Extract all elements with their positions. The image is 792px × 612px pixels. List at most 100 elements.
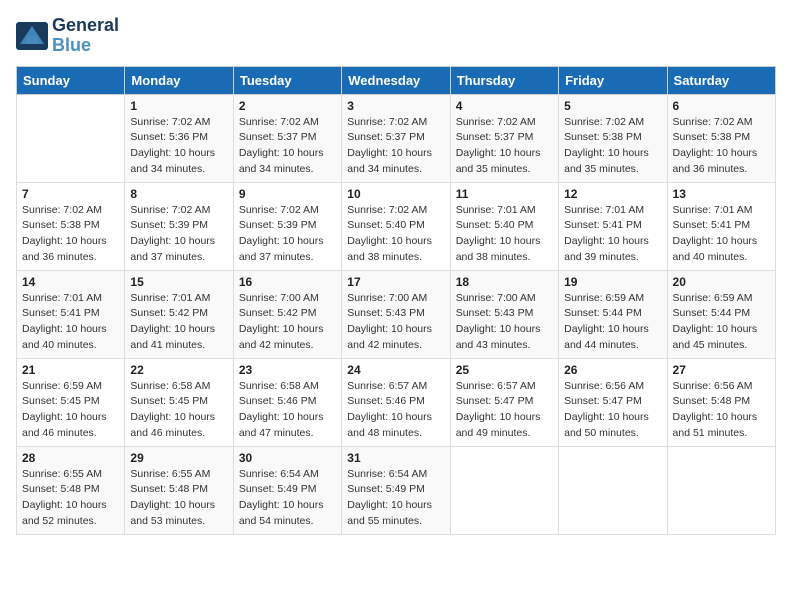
day-info: Sunrise: 6:59 AM Sunset: 5:44 PM Dayligh… <box>564 291 661 354</box>
day-cell: 28 Sunrise: 6:55 AM Sunset: 5:48 PM Dayli… <box>17 446 125 534</box>
day-cell <box>667 446 775 534</box>
day-info: Sunrise: 6:55 AM Sunset: 5:48 PM Dayligh… <box>22 467 119 530</box>
day-info: Sunrise: 7:02 AM Sunset: 5:40 PM Dayligh… <box>347 203 444 266</box>
day-info: Sunrise: 6:54 AM Sunset: 5:49 PM Dayligh… <box>239 467 336 530</box>
day-cell: 9Sunrise: 7:02 AM Sunset: 5:39 PM Daylig… <box>233 182 341 270</box>
page-header: General Blue <box>16 16 776 56</box>
day-cell: 12 Sunrise: 7:01 AM Sunset: 5:41 PM Dayli… <box>559 182 667 270</box>
day-number: 25 <box>456 363 553 377</box>
header-cell-tuesday: Tuesday <box>233 66 341 94</box>
day-number: 12 <box>564 187 661 201</box>
day-cell: 19 Sunrise: 6:59 AM Sunset: 5:44 PM Dayli… <box>559 270 667 358</box>
day-number: 2 <box>239 99 336 113</box>
day-cell <box>559 446 667 534</box>
day-cell: 26 Sunrise: 6:56 AM Sunset: 5:47 PM Dayli… <box>559 358 667 446</box>
day-cell: 7 Sunrise: 7:02 AM Sunset: 5:38 PM Daylig… <box>17 182 125 270</box>
day-cell: 20 Sunrise: 6:59 AM Sunset: 5:44 PM Dayli… <box>667 270 775 358</box>
day-info: Sunrise: 6:59 AM Sunset: 5:45 PM Dayligh… <box>22 379 119 442</box>
week-row-2: 7 Sunrise: 7:02 AM Sunset: 5:38 PM Daylig… <box>17 182 776 270</box>
day-info: Sunrise: 7:02 AM Sunset: 5:38 PM Dayligh… <box>564 115 661 178</box>
day-number: 15 <box>130 275 227 289</box>
day-cell: 30 Sunrise: 6:54 AM Sunset: 5:49 PM Dayli… <box>233 446 341 534</box>
day-cell: 13 Sunrise: 7:01 AM Sunset: 5:41 PM Dayli… <box>667 182 775 270</box>
day-info: Sunrise: 6:59 AM Sunset: 5:44 PM Dayligh… <box>673 291 770 354</box>
day-info: Sunrise: 7:00 AM Sunset: 5:43 PM Dayligh… <box>347 291 444 354</box>
day-number: 7 <box>22 187 119 201</box>
day-number: 24 <box>347 363 444 377</box>
calendar-header-row: SundayMondayTuesdayWednesdayThursdayFrid… <box>17 66 776 94</box>
day-number: 21 <box>22 363 119 377</box>
day-number: 29 <box>130 451 227 465</box>
day-cell: 1Sunrise: 7:02 AM Sunset: 5:36 PM Daylig… <box>125 94 233 182</box>
day-cell: 25 Sunrise: 6:57 AM Sunset: 5:47 PM Dayli… <box>450 358 558 446</box>
day-number: 5 <box>564 99 661 113</box>
day-info: Sunrise: 7:02 AM Sunset: 5:38 PM Dayligh… <box>673 115 770 178</box>
header-cell-wednesday: Wednesday <box>342 66 450 94</box>
week-row-4: 21 Sunrise: 6:59 AM Sunset: 5:45 PM Dayli… <box>17 358 776 446</box>
day-number: 30 <box>239 451 336 465</box>
day-cell: 23 Sunrise: 6:58 AM Sunset: 5:46 PM Dayli… <box>233 358 341 446</box>
day-cell: 6 Sunrise: 7:02 AM Sunset: 5:38 PM Daylig… <box>667 94 775 182</box>
day-number: 19 <box>564 275 661 289</box>
header-cell-monday: Monday <box>125 66 233 94</box>
week-row-3: 14 Sunrise: 7:01 AM Sunset: 5:41 PM Dayli… <box>17 270 776 358</box>
day-cell: 16Sunrise: 7:00 AM Sunset: 5:42 PM Dayli… <box>233 270 341 358</box>
day-number: 23 <box>239 363 336 377</box>
day-number: 6 <box>673 99 770 113</box>
day-info: Sunrise: 7:02 AM Sunset: 5:36 PM Dayligh… <box>130 115 227 178</box>
day-info: Sunrise: 6:58 AM Sunset: 5:45 PM Dayligh… <box>130 379 227 442</box>
day-info: Sunrise: 6:56 AM Sunset: 5:48 PM Dayligh… <box>673 379 770 442</box>
header-cell-saturday: Saturday <box>667 66 775 94</box>
day-info: Sunrise: 7:02 AM Sunset: 5:39 PM Dayligh… <box>130 203 227 266</box>
day-number: 14 <box>22 275 119 289</box>
day-cell <box>450 446 558 534</box>
day-info: Sunrise: 7:01 AM Sunset: 5:41 PM Dayligh… <box>673 203 770 266</box>
day-info: Sunrise: 6:54 AM Sunset: 5:49 PM Dayligh… <box>347 467 444 530</box>
day-cell: 5 Sunrise: 7:02 AM Sunset: 5:38 PM Daylig… <box>559 94 667 182</box>
day-cell: 3Sunrise: 7:02 AM Sunset: 5:37 PM Daylig… <box>342 94 450 182</box>
day-number: 31 <box>347 451 444 465</box>
calendar-body: 1Sunrise: 7:02 AM Sunset: 5:36 PM Daylig… <box>17 94 776 534</box>
day-number: 17 <box>347 275 444 289</box>
day-info: Sunrise: 6:56 AM Sunset: 5:47 PM Dayligh… <box>564 379 661 442</box>
day-cell: 11 Sunrise: 7:01 AM Sunset: 5:40 PM Dayli… <box>450 182 558 270</box>
day-info: Sunrise: 7:01 AM Sunset: 5:41 PM Dayligh… <box>564 203 661 266</box>
day-cell: 18Sunrise: 7:00 AM Sunset: 5:43 PM Dayli… <box>450 270 558 358</box>
day-info: Sunrise: 7:01 AM Sunset: 5:40 PM Dayligh… <box>456 203 553 266</box>
day-number: 8 <box>130 187 227 201</box>
day-info: Sunrise: 6:57 AM Sunset: 5:47 PM Dayligh… <box>456 379 553 442</box>
day-number: 11 <box>456 187 553 201</box>
week-row-1: 1Sunrise: 7:02 AM Sunset: 5:36 PM Daylig… <box>17 94 776 182</box>
day-number: 16 <box>239 275 336 289</box>
day-cell: 10 Sunrise: 7:02 AM Sunset: 5:40 PM Dayli… <box>342 182 450 270</box>
header-cell-friday: Friday <box>559 66 667 94</box>
day-cell: 14 Sunrise: 7:01 AM Sunset: 5:41 PM Dayli… <box>17 270 125 358</box>
day-number: 28 <box>22 451 119 465</box>
day-info: Sunrise: 7:02 AM Sunset: 5:37 PM Dayligh… <box>456 115 553 178</box>
day-cell: 24 Sunrise: 6:57 AM Sunset: 5:46 PM Dayli… <box>342 358 450 446</box>
day-info: Sunrise: 6:57 AM Sunset: 5:46 PM Dayligh… <box>347 379 444 442</box>
day-info: Sunrise: 6:58 AM Sunset: 5:46 PM Dayligh… <box>239 379 336 442</box>
day-number: 27 <box>673 363 770 377</box>
day-info: Sunrise: 7:02 AM Sunset: 5:38 PM Dayligh… <box>22 203 119 266</box>
logo-text: General Blue <box>52 16 119 56</box>
day-number: 13 <box>673 187 770 201</box>
day-number: 18 <box>456 275 553 289</box>
day-cell: 29Sunrise: 6:55 AM Sunset: 5:48 PM Dayli… <box>125 446 233 534</box>
day-cell: 31 Sunrise: 6:54 AM Sunset: 5:49 PM Dayli… <box>342 446 450 534</box>
day-cell: 22 Sunrise: 6:58 AM Sunset: 5:45 PM Dayli… <box>125 358 233 446</box>
day-number: 22 <box>130 363 227 377</box>
day-info: Sunrise: 7:01 AM Sunset: 5:42 PM Dayligh… <box>130 291 227 354</box>
day-info: Sunrise: 7:02 AM Sunset: 5:37 PM Dayligh… <box>347 115 444 178</box>
day-number: 20 <box>673 275 770 289</box>
logo: General Blue <box>16 16 119 56</box>
day-cell: 27 Sunrise: 6:56 AM Sunset: 5:48 PM Dayli… <box>667 358 775 446</box>
day-number: 26 <box>564 363 661 377</box>
day-info: Sunrise: 7:01 AM Sunset: 5:41 PM Dayligh… <box>22 291 119 354</box>
week-row-5: 28 Sunrise: 6:55 AM Sunset: 5:48 PM Dayli… <box>17 446 776 534</box>
day-number: 10 <box>347 187 444 201</box>
day-info: Sunrise: 7:02 AM Sunset: 5:39 PM Dayligh… <box>239 203 336 266</box>
day-cell: 4Sunrise: 7:02 AM Sunset: 5:37 PM Daylig… <box>450 94 558 182</box>
calendar-table: SundayMondayTuesdayWednesdayThursdayFrid… <box>16 66 776 535</box>
header-cell-thursday: Thursday <box>450 66 558 94</box>
